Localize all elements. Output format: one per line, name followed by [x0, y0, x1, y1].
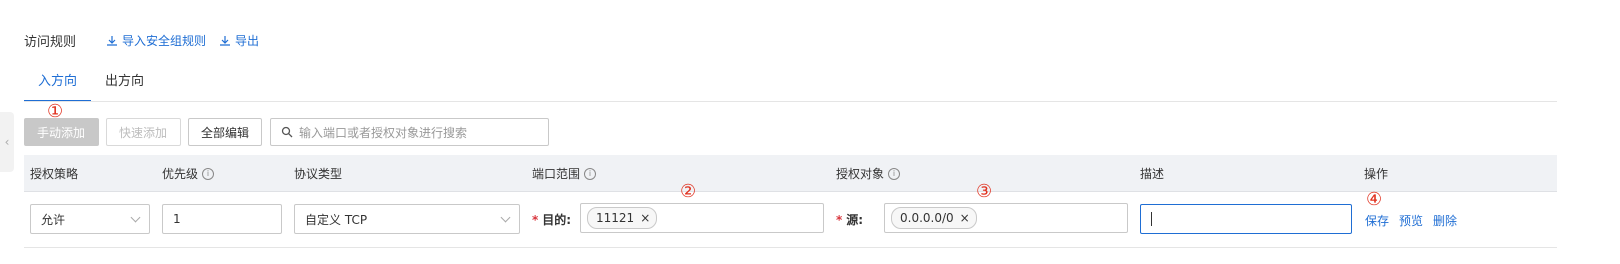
- import-icon: [107, 35, 117, 46]
- quick-add-button[interactable]: 快速添加: [106, 118, 181, 146]
- direction-tabs: 入方向 出方向: [24, 72, 158, 102]
- info-icon[interactable]: i: [584, 167, 597, 180]
- policy-select[interactable]: 允许: [30, 204, 150, 234]
- text-caret: [1151, 212, 1152, 226]
- export-label: 导出: [235, 34, 260, 48]
- source-input[interactable]: 0.0.0.0/0 ×: [884, 203, 1128, 233]
- policy-value: 允许: [41, 212, 66, 227]
- col-priority: 优先级 i: [162, 165, 215, 182]
- tabs-divider: [24, 101, 1557, 102]
- section-title: 访问规则: [24, 35, 77, 50]
- col-port-range: 端口范围 i: [532, 165, 597, 182]
- export-link[interactable]: 导出: [219, 32, 259, 49]
- edit-all-button[interactable]: 全部编辑: [188, 118, 262, 146]
- priority-value: 1: [173, 212, 181, 226]
- collapse-handle[interactable]: ‹: [0, 112, 14, 172]
- source-label: * 源:: [836, 213, 864, 227]
- manual-add-button[interactable]: 手动添加: [24, 118, 99, 146]
- source-tag: 0.0.0.0/0 ×: [891, 207, 977, 229]
- chevron-left-icon: ‹: [4, 135, 10, 149]
- col-source: 授权对象 i: [836, 165, 901, 182]
- port-label: * 目的:: [532, 213, 572, 227]
- annotation-marker-1: ①: [47, 101, 64, 122]
- annotation-marker-3: ③: [976, 181, 993, 202]
- tab-inbound[interactable]: 入方向: [24, 72, 92, 102]
- chevron-down-icon: [130, 212, 141, 223]
- search-placeholder: 输入端口或者授权对象进行搜索: [299, 125, 468, 140]
- port-range-input[interactable]: 11121 ×: [580, 203, 824, 233]
- col-policy: 授权策略: [30, 167, 79, 181]
- col-protocol: 协议类型: [294, 167, 343, 181]
- table-header: 授权策略 优先级 i 协议类型 端口范围 i 授权对象 i 描述 操作: [24, 155, 1557, 192]
- import-rules-label: 导入安全组规则: [122, 34, 207, 48]
- source-tag-value: 0.0.0.0/0: [900, 211, 954, 225]
- priority-input[interactable]: 1: [162, 204, 282, 234]
- port-tag-value: 11121: [596, 211, 635, 225]
- delete-button[interactable]: 删除: [1433, 212, 1457, 229]
- save-button[interactable]: 保存: [1365, 212, 1389, 229]
- preview-button[interactable]: 预览: [1399, 212, 1423, 229]
- info-icon[interactable]: i: [202, 167, 215, 180]
- description-input[interactable]: [1140, 204, 1352, 234]
- export-icon: [220, 35, 230, 46]
- search-icon: [281, 126, 293, 138]
- close-icon[interactable]: ×: [960, 211, 970, 225]
- port-tag: 11121 ×: [587, 207, 658, 229]
- import-rules-link[interactable]: 导入安全组规则: [106, 32, 206, 49]
- info-icon[interactable]: i: [888, 167, 901, 180]
- search-input[interactable]: 输入端口或者授权对象进行搜索: [270, 118, 549, 146]
- row-actions: 保存 预览 删除: [1365, 212, 1457, 229]
- close-icon[interactable]: ×: [640, 211, 650, 225]
- row-divider: [24, 247, 1557, 248]
- col-actions: 操作: [1364, 167, 1389, 181]
- chevron-down-icon: [500, 212, 511, 223]
- col-description: 描述: [1140, 167, 1165, 181]
- protocol-value: 自定义 TCP: [305, 212, 368, 227]
- annotation-marker-4: ④: [1366, 189, 1383, 210]
- tab-outbound[interactable]: 出方向: [91, 72, 158, 100]
- protocol-select[interactable]: 自定义 TCP: [294, 204, 520, 234]
- annotation-marker-2: ②: [680, 181, 697, 202]
